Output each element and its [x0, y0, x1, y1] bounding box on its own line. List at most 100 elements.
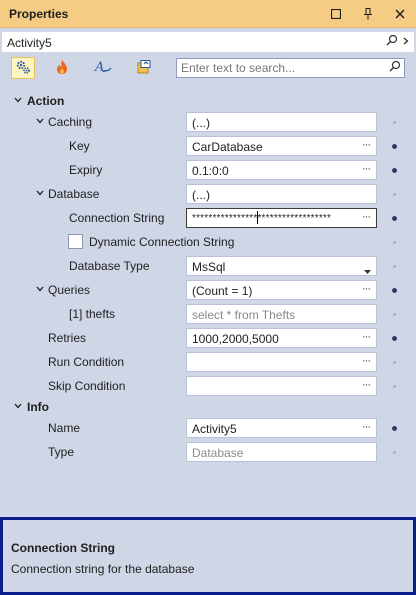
property-value: Database: [192, 446, 244, 460]
property-label: Caching: [48, 115, 93, 129]
collapse-icon[interactable]: [35, 188, 45, 198]
property-value: (...): [192, 116, 210, 130]
connection-string-value-field[interactable]: ********************************** ···: [186, 208, 377, 228]
run-condition-value-field[interactable]: ···: [186, 352, 377, 372]
category-label: Info: [27, 400, 49, 414]
property-label: Connection String: [69, 211, 165, 225]
property-pages-icon: [136, 59, 152, 78]
query-1-value-field[interactable]: select * from Thefts: [186, 304, 377, 324]
database-value-field[interactable]: (...): [186, 184, 377, 204]
property-row-type[interactable]: Type Database: [0, 440, 416, 464]
ellipsis-button[interactable]: ···: [359, 355, 373, 369]
pin-icon[interactable]: [359, 5, 377, 23]
svg-text:A: A: [94, 60, 104, 75]
search-icon[interactable]: [389, 60, 401, 77]
property-row-database[interactable]: Database (...): [0, 182, 416, 206]
default-value-marker[interactable]: [393, 121, 396, 124]
property-value: Activity5: [192, 422, 237, 436]
close-icon[interactable]: [391, 5, 409, 23]
default-value-marker[interactable]: [393, 313, 396, 316]
modified-value-marker[interactable]: [392, 336, 397, 341]
property-pages-button[interactable]: [132, 57, 156, 79]
property-label: Retries: [48, 331, 87, 345]
queries-value-field[interactable]: (Count = 1) ···: [186, 280, 377, 300]
key-value-field[interactable]: CarDatabase ···: [186, 136, 377, 156]
property-row-database-type[interactable]: Database Type MsSql: [0, 254, 416, 278]
property-row-caching[interactable]: Caching (...): [0, 110, 416, 134]
dropdown-arrow-icon[interactable]: [364, 263, 371, 277]
ellipsis-button[interactable]: ···: [359, 211, 373, 225]
property-row-connection-string[interactable]: Connection String **********************…: [0, 206, 416, 230]
text-style-icon: A: [94, 59, 112, 78]
ellipsis-button[interactable]: ···: [359, 163, 373, 177]
property-row-run-condition[interactable]: Run Condition ···: [0, 350, 416, 374]
property-value: CarDatabase: [192, 140, 263, 154]
property-value: 1000,2000,5000: [192, 332, 279, 346]
ellipsis-button[interactable]: ···: [359, 283, 373, 297]
text-caret: [257, 211, 258, 224]
object-selector[interactable]: Activity5: [1, 31, 415, 53]
property-value: **********************************: [192, 213, 332, 224]
collapse-icon[interactable]: [35, 284, 45, 294]
property-label: Expiry: [69, 163, 103, 177]
default-value-marker[interactable]: [393, 385, 396, 388]
property-label: Skip Condition: [48, 379, 126, 393]
property-grid: Action Caching (...) Key CarDatabase ···…: [0, 84, 416, 514]
collapse-icon[interactable]: [13, 95, 23, 105]
property-label: Database: [48, 187, 100, 201]
property-label: Dynamic Connection String: [89, 235, 235, 249]
property-row-queries[interactable]: Queries (Count = 1) ···: [0, 278, 416, 302]
chevron-right-icon[interactable]: [403, 35, 409, 49]
window-title: Properties: [9, 7, 69, 21]
property-label: Database Type: [69, 259, 150, 273]
modified-value-marker[interactable]: [392, 216, 397, 221]
text-format-button[interactable]: A: [91, 57, 115, 79]
category-label: Action: [27, 94, 65, 108]
ellipsis-button[interactable]: ···: [359, 421, 373, 435]
categorized-view-button[interactable]: [11, 57, 35, 79]
modified-value-marker[interactable]: [392, 168, 397, 173]
ellipsis-button[interactable]: ···: [359, 379, 373, 393]
property-label: Key: [69, 139, 90, 153]
modified-value-marker[interactable]: [392, 426, 397, 431]
property-row-retries[interactable]: Retries 1000,2000,5000 ···: [0, 326, 416, 350]
property-label: Name: [48, 421, 81, 435]
selected-object-name: Activity5: [7, 36, 52, 50]
events-button[interactable]: [50, 57, 74, 79]
default-value-marker[interactable]: [393, 241, 396, 244]
description-text: Connection string for the database: [11, 562, 195, 576]
property-row-dynamic-connection-string[interactable]: Dynamic Connection String: [0, 230, 416, 254]
default-value-marker[interactable]: [393, 193, 396, 196]
property-row-key[interactable]: Key CarDatabase ···: [0, 134, 416, 158]
collapse-icon[interactable]: [35, 116, 45, 126]
search-input[interactable]: [181, 61, 381, 75]
property-row-expiry[interactable]: Expiry 0.1:0:0 ···: [0, 158, 416, 182]
default-value-marker[interactable]: [393, 361, 396, 364]
default-value-marker[interactable]: [393, 451, 396, 454]
property-row-query-1[interactable]: [1] thefts select * from Thefts: [0, 302, 416, 326]
gears-icon: [15, 59, 31, 78]
property-label: Run Condition: [48, 355, 125, 369]
retries-value-field[interactable]: 1000,2000,5000 ···: [186, 328, 377, 348]
name-value-field[interactable]: Activity5 ···: [186, 418, 377, 438]
collapse-icon[interactable]: [13, 401, 23, 411]
dynamic-connection-string-checkbox[interactable]: [68, 234, 83, 249]
modified-value-marker[interactable]: [392, 288, 397, 293]
ellipsis-button[interactable]: ···: [359, 139, 373, 153]
fire-icon: [55, 59, 69, 78]
property-label: Type: [48, 445, 75, 459]
ellipsis-button[interactable]: ···: [359, 331, 373, 345]
search-icon[interactable]: [386, 34, 398, 51]
caching-value-field[interactable]: (...): [186, 112, 377, 132]
maximize-icon[interactable]: [327, 5, 345, 23]
description-pane: Connection String Connection string for …: [0, 517, 416, 595]
default-value-marker[interactable]: [393, 265, 396, 268]
toolbar: A: [0, 55, 416, 81]
expiry-value-field[interactable]: 0.1:0:0 ···: [186, 160, 377, 180]
type-value-field[interactable]: Database: [186, 442, 377, 462]
property-value: select * from Thefts: [192, 308, 296, 322]
database-type-select[interactable]: MsSql: [186, 256, 377, 276]
property-row-name[interactable]: Name Activity5 ···: [0, 416, 416, 440]
modified-value-marker[interactable]: [392, 144, 397, 149]
skip-condition-value-field[interactable]: ···: [186, 376, 377, 396]
